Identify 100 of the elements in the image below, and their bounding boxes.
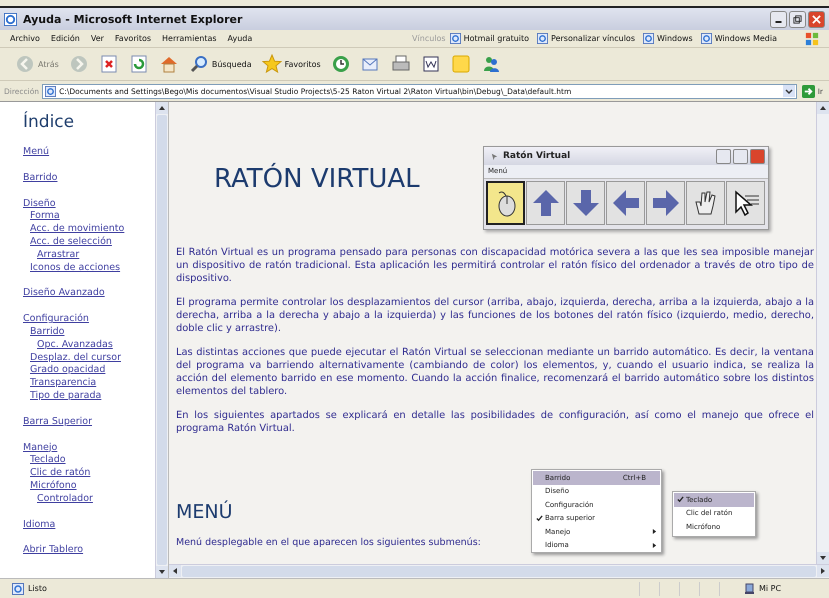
scroll-up-icon[interactable]	[156, 102, 168, 114]
sidebar-link[interactable]: Grado opacidad	[30, 364, 106, 378]
paragraph: En los siguientes apartados se explicará en detalle las posibilidades de configuración, así como el manejo que ofrece el programa Ratón Virtual.	[176, 409, 814, 435]
arrow-icon	[802, 84, 815, 98]
submenu-arrow-icon	[652, 542, 657, 548]
check-icon	[536, 514, 542, 522]
app-icon	[490, 152, 499, 160]
sidebar-heading: Índice	[23, 112, 74, 132]
paragraph: El programa permite controlar los desplazamientos del cursor (arriba, abajo, izquierda, derecha, arriba a la izquierda, abajo a la derecha, arriba a la derecha y abajo a la izquierda) y las funciones de los botones del ratón físico (izquierdo, medio, derecho, doble clic y arrastre).	[176, 296, 814, 335]
sidebar-link[interactable]: Teclado	[30, 454, 66, 468]
submenu-arrow-icon	[652, 529, 657, 534]
note-icon	[450, 54, 471, 74]
scroll-down-icon[interactable]	[156, 566, 168, 578]
link-button[interactable]: Hotmail gratuito	[450, 33, 530, 44]
page-title: RATÓN VIRTUAL	[214, 164, 420, 196]
dropdown-caret-icon[interactable]	[782, 85, 795, 97]
history-icon	[330, 54, 351, 74]
sidebar-link[interactable]: Manejo	[23, 442, 58, 454]
paragraph: El Ratón Virtual es un programa pensado para personas con discapacidad motórica severa a las que les sea imposible manejar un dispositivo de ratón tradicional. Esta aplicación les permitirá controlar el ratón físico del ordenador a través de otro tipo de dispositivo.	[176, 246, 814, 285]
mouse-action-button[interactable]	[486, 181, 525, 225]
sidebar-link[interactable]: Micrófono	[30, 480, 77, 493]
sidebar-link[interactable]: Menú	[23, 146, 50, 159]
sidebar-link[interactable]: Barra Superior	[23, 416, 92, 429]
sidebar-link[interactable]: Iconos de acciones	[30, 262, 120, 274]
link-button[interactable]: Windows Media	[700, 33, 777, 44]
sidebar-link[interactable]: Barrido	[23, 172, 58, 185]
edit-icon	[420, 54, 441, 74]
sidebar-link[interactable]: Controlador	[37, 492, 93, 506]
zone-text: Mi PC	[759, 584, 782, 593]
sidebar-link[interactable]: Diseño Avanzado	[23, 287, 105, 300]
sidebar-link[interactable]: Acc. de selección	[30, 236, 112, 249]
scroll-right-icon[interactable]	[817, 565, 829, 577]
sidebar-link[interactable]: Tipo de parada	[30, 390, 102, 403]
right-action-button[interactable]	[646, 181, 685, 225]
page-icon	[643, 33, 654, 44]
sidebar-link[interactable]: Acc. de movimiento	[30, 223, 124, 236]
refresh-icon	[128, 54, 149, 74]
page-icon	[45, 86, 56, 96]
minimize-icon	[775, 20, 782, 22]
window-title: Ayuda - Microsoft Internet Explorer	[23, 12, 242, 26]
link-button[interactable]: Windows	[643, 33, 693, 44]
minimize-button[interactable]	[770, 10, 787, 28]
paragraph: Las distintas acciones que puede ejecutar el Ratón Virtual se seleccionan mediante un barrido automático. Es decir, la ventana del programa va barriendo alternativamente (cambiando de color) los elementos, y, cuando el usuario indica, se realiza la acción del elemento barrido en ese momento. Cuando la acción finalice, recomenzará el barrido automático sobre los distintos elementos del tablero.	[176, 346, 814, 398]
page-icon	[537, 33, 548, 44]
right-icon	[650, 188, 680, 218]
menu-item[interactable]: Favoritos	[114, 34, 152, 43]
close-button[interactable]	[750, 148, 765, 164]
status-text: Listo	[28, 584, 47, 593]
scrollbar[interactable]	[169, 564, 829, 578]
link-button[interactable]: Personalizar vínculos	[537, 33, 635, 44]
down-action-button[interactable]	[566, 181, 605, 225]
page-icon	[700, 33, 712, 44]
menu-item[interactable]: Ayuda	[228, 34, 252, 43]
forward-icon	[68, 54, 89, 74]
menu-item[interactable]: Archivo	[10, 34, 40, 43]
scroll-left-icon[interactable]	[169, 565, 181, 577]
close-icon	[812, 14, 821, 24]
sidebar-link[interactable]: Abrir Tablero	[23, 544, 84, 558]
left-action-button[interactable]	[606, 181, 645, 225]
home-icon	[158, 54, 179, 74]
maximize-button[interactable]	[733, 148, 748, 164]
sidebar-link[interactable]: Arrastrar	[37, 248, 80, 262]
check-icon	[676, 496, 684, 504]
back-icon	[15, 54, 35, 74]
sidebar-link[interactable]: Barrido	[30, 326, 64, 339]
sidebar-link[interactable]: Transparencia	[30, 377, 96, 390]
computer-icon	[743, 582, 755, 594]
links-label: Vínculos	[412, 34, 446, 43]
scroll-up-icon[interactable]	[817, 102, 829, 114]
page-icon	[12, 582, 24, 594]
browser-icon	[4, 12, 17, 26]
scroll-down-icon[interactable]	[817, 552, 829, 564]
menu-item[interactable]: Herramientas	[162, 34, 217, 43]
search-icon	[188, 54, 209, 74]
sidebar-link[interactable]: Configuración	[23, 313, 89, 326]
favorites-icon	[262, 54, 282, 74]
search-button[interactable]: Búsqueda	[186, 52, 255, 76]
stop-icon	[98, 54, 119, 74]
close-button[interactable]	[808, 10, 825, 28]
sidebar-link[interactable]: Opc. Avanzadas	[37, 338, 113, 352]
sidebar-link[interactable]: Desplaz. del cursor	[30, 352, 121, 364]
left-icon	[610, 188, 640, 218]
pointer-action-button[interactable]	[726, 181, 765, 225]
sidebar-link[interactable]: Idioma	[23, 518, 56, 532]
restore-button[interactable]	[789, 10, 806, 28]
down-icon	[570, 188, 600, 218]
up-action-button[interactable]	[526, 181, 565, 225]
sidebar-link[interactable]: Diseño	[23, 198, 56, 210]
favorites-button[interactable]: Favoritos	[258, 52, 324, 76]
hand-action-button[interactable]	[686, 181, 725, 225]
restore-icon	[793, 14, 802, 24]
section-intro: Menú desplegable en el que aparecen los siguientes submenús:	[176, 537, 482, 548]
scrollbar[interactable]	[816, 102, 829, 564]
scrollbar[interactable]	[155, 102, 168, 578]
sidebar-link[interactable]: Forma	[30, 210, 60, 224]
sidebar-link[interactable]: Clic de ratón	[30, 467, 90, 480]
page-icon	[450, 33, 461, 44]
menu-item[interactable]: Edición	[50, 34, 80, 43]
menu-item[interactable]: Ver	[90, 34, 104, 43]
section-title: MENÚ	[176, 501, 234, 523]
